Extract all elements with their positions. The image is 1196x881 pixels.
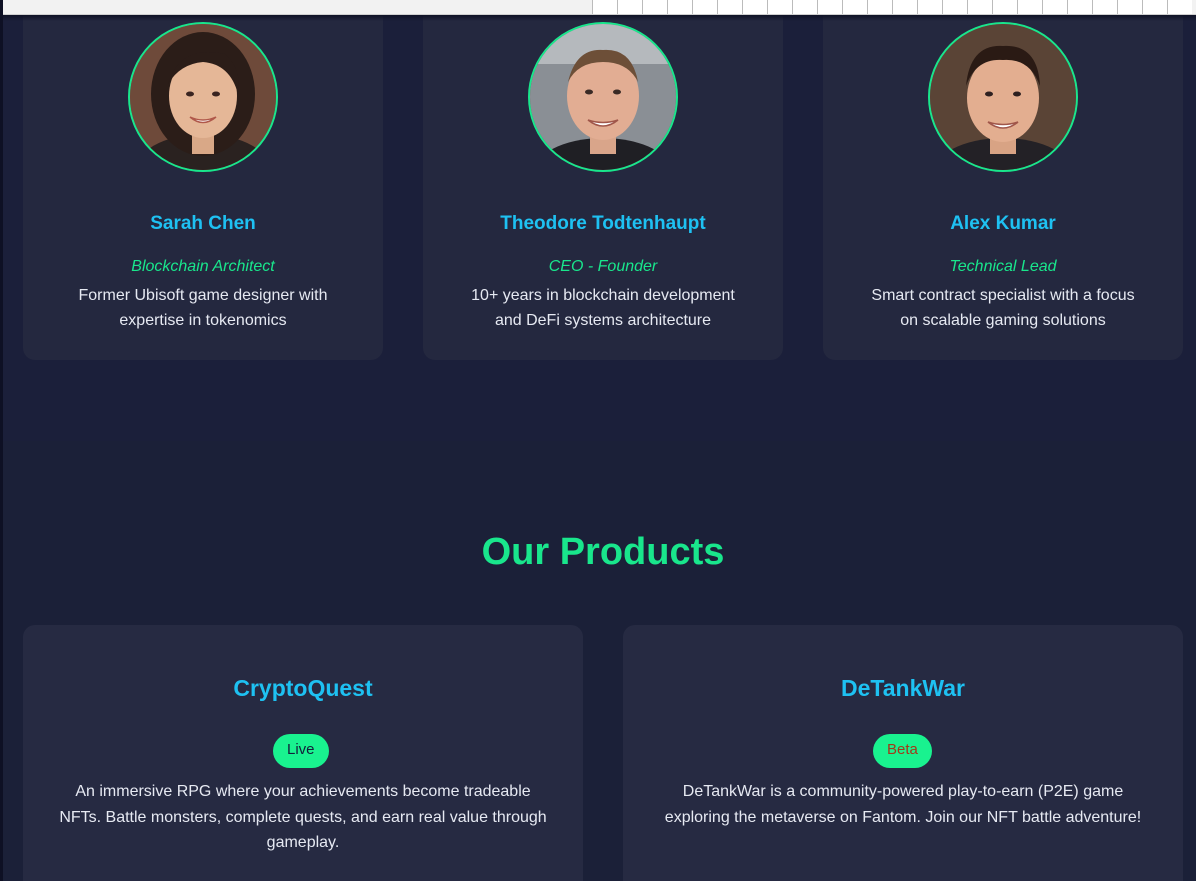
member-role: Blockchain Architect <box>131 258 275 275</box>
top-toolbar-strip <box>0 0 1196 15</box>
status-badge: Beta <box>873 734 932 768</box>
toolbar-cell[interactable] <box>992 0 1017 14</box>
member-name: Sarah Chen <box>150 213 256 234</box>
team-member-card: Sarah Chen Blockchain Architect Former U… <box>23 15 383 360</box>
toolbar-cells <box>592 0 1192 14</box>
toolbar-cell[interactable] <box>667 0 692 14</box>
member-description: Smart contract specialist with a focus o… <box>871 287 1135 329</box>
toolbar-cell[interactable] <box>1117 0 1142 14</box>
member-name: Theodore Todtenhaupt <box>500 213 706 234</box>
left-edge <box>0 0 3 881</box>
toolbar-cell[interactable] <box>1092 0 1117 14</box>
product-description: An immersive RPG where your achievements… <box>59 783 547 851</box>
toolbar-cell[interactable] <box>817 0 842 14</box>
toolbar-cell[interactable] <box>942 0 967 14</box>
toolbar-cell[interactable] <box>717 0 742 14</box>
product-card[interactable]: DeTankWar Beta DeTankWar is a community-… <box>623 625 1183 881</box>
product-description: DeTankWar is a community-powered play-to… <box>664 783 1142 826</box>
toolbar-cell[interactable] <box>792 0 817 14</box>
toolbar-cell[interactable] <box>592 0 617 14</box>
member-role: CEO - Founder <box>548 258 658 275</box>
toolbar-cell[interactable] <box>692 0 717 14</box>
product-name[interactable]: CryptoQuest <box>23 675 583 702</box>
toolbar-cell[interactable] <box>842 0 867 14</box>
toolbar-cell[interactable] <box>892 0 917 14</box>
toolbar-cell[interactable] <box>1167 0 1192 14</box>
toolbar-cell[interactable] <box>1067 0 1092 14</box>
avatar <box>928 22 1078 172</box>
toolbar-cell[interactable] <box>867 0 892 14</box>
header-shadow <box>0 15 1196 21</box>
page: Sarah Chen Blockchain Architect Former U… <box>0 0 1196 881</box>
team-section: Sarah Chen Blockchain Architect Former U… <box>3 15 1196 441</box>
avatar-portrait-male <box>530 24 676 170</box>
member-role: Technical Lead <box>949 258 1057 275</box>
avatar <box>128 22 278 172</box>
product-name[interactable]: DeTankWar <box>623 675 1183 702</box>
member-description: Former Ubisoft game designer with expert… <box>78 287 328 329</box>
avatar <box>528 22 678 172</box>
toolbar-cell[interactable] <box>617 0 642 14</box>
status-badge: Live <box>273 734 329 768</box>
avatar-portrait-male <box>930 24 1076 170</box>
toolbar-cell[interactable] <box>742 0 767 14</box>
product-card[interactable]: CryptoQuest Live An immersive RPG where … <box>23 625 583 881</box>
avatar-portrait-female <box>130 24 276 170</box>
member-name: Alex Kumar <box>950 213 1056 234</box>
toolbar-cell[interactable] <box>1042 0 1067 14</box>
member-description: 10+ years in blockchain development and … <box>471 287 735 329</box>
toolbar-cell[interactable] <box>967 0 992 14</box>
team-member-card: Alex Kumar Technical Lead Smart contract… <box>823 15 1183 360</box>
toolbar-cell[interactable] <box>1017 0 1042 14</box>
toolbar-cell[interactable] <box>767 0 792 14</box>
team-member-card: Theodore Todtenhaupt CEO - Founder 10+ y… <box>423 15 783 360</box>
section-title: Our Products <box>481 531 725 573</box>
toolbar-cell[interactable] <box>917 0 942 14</box>
products-section: Our Products CryptoQuest Live An immersi… <box>3 441 1196 881</box>
toolbar-cell[interactable] <box>1142 0 1167 14</box>
toolbar-cell[interactable] <box>642 0 667 14</box>
